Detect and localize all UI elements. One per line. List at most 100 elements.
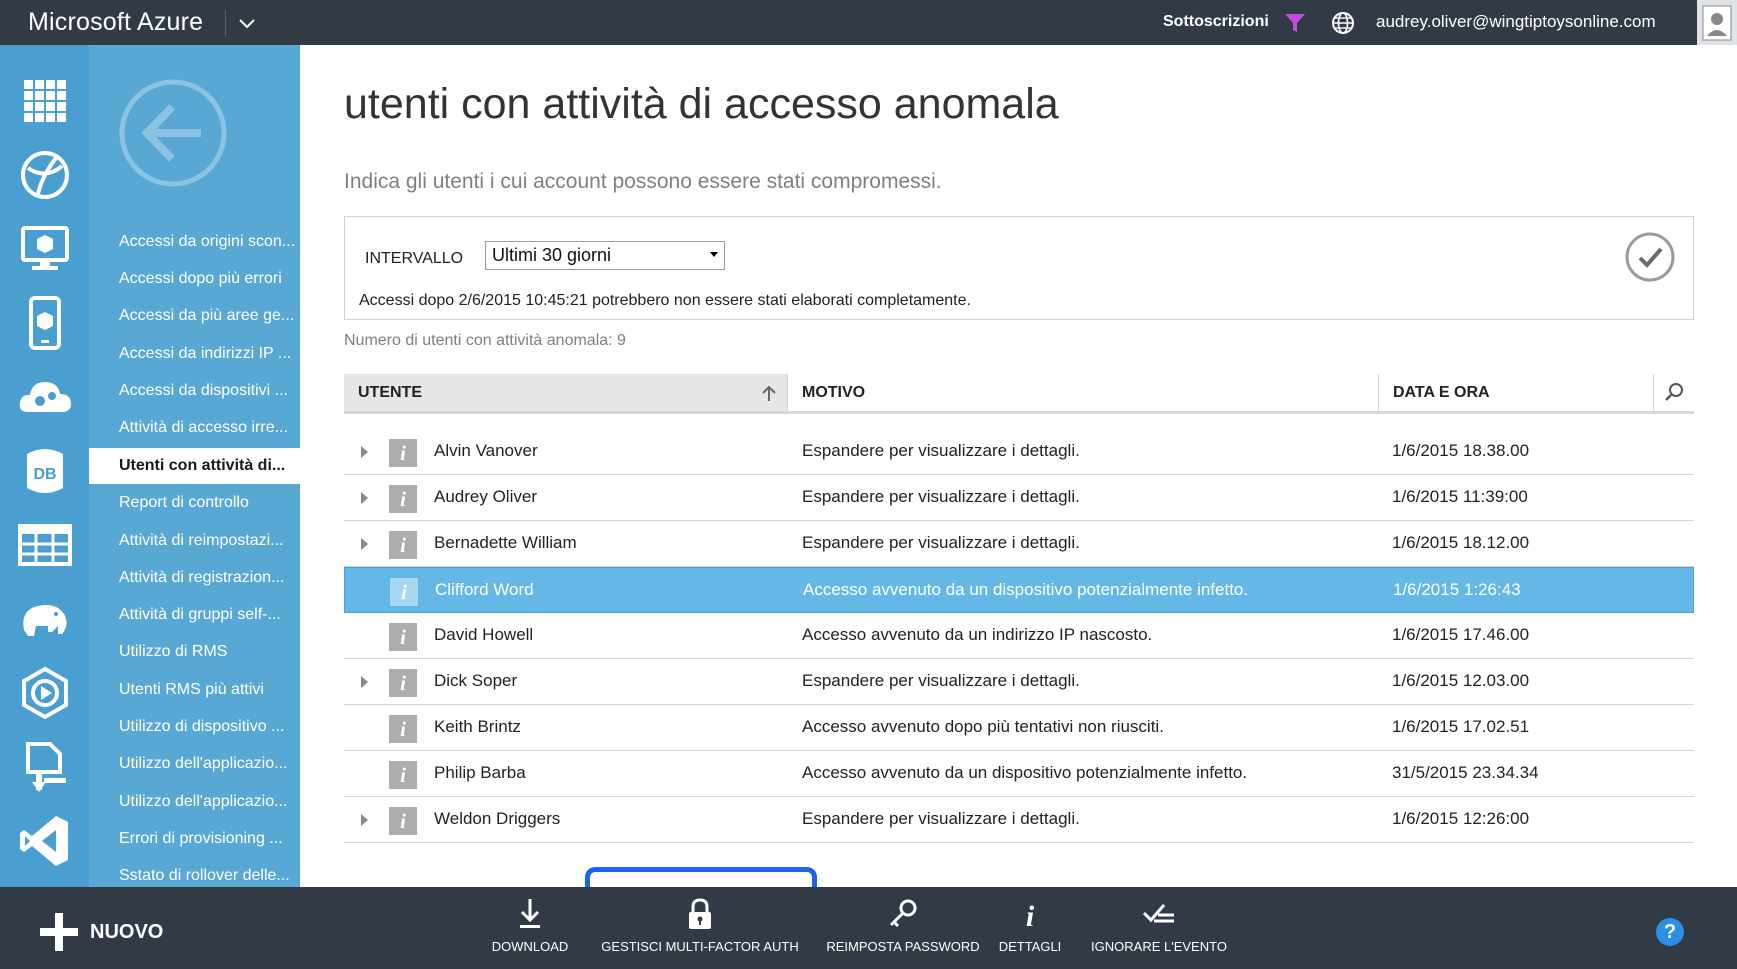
ignore-event-label: IGNORARE L'EVENTO [1091, 939, 1227, 954]
info-icon: i [390, 578, 418, 606]
nav-item-rollover-status[interactable]: Sstato di rollover delle... [119, 858, 300, 887]
user-name-cell: Alvin Vanover [434, 441, 538, 460]
nav-item-rms-usage[interactable]: Utilizzo di RMS [119, 634, 300, 670]
expand-arrow-icon[interactable] [361, 492, 368, 504]
plus-icon [40, 913, 78, 951]
svg-text:i: i [1026, 900, 1035, 931]
virtual-machines-icon[interactable] [16, 220, 74, 278]
subscriptions-link[interactable]: Sottoscrizioni [1163, 13, 1269, 31]
nav-item-ip-addresses[interactable]: Accessi da indirizzi IP ... [119, 336, 300, 372]
column-header-datetime[interactable]: DATA E ORA [1379, 374, 1654, 411]
table-row[interactable]: i David Howell Accesso avvenuto da un indi… [344, 613, 1694, 659]
svg-text:DB: DB [33, 466, 56, 483]
details-button[interactable]: i DETTAGLI [996, 897, 1064, 963]
datetime-cell: 1/6/2015 11:39:00 [1392, 487, 1528, 506]
nav-item-devices[interactable]: Accessi da dispositivi ... [119, 373, 300, 409]
nav-item-irregular-activity[interactable]: Attività di accesso irre... [119, 410, 300, 446]
expand-arrow-icon[interactable] [361, 676, 368, 688]
info-icon: i [389, 485, 417, 513]
service-icon-rail: DB [0, 45, 89, 887]
table-row[interactable]: i Clifford Word Accesso avvenuto da un dis… [344, 567, 1694, 613]
dismiss-check-icon [1142, 904, 1174, 923]
command-bar: NUOVO DOWNLOAD GESTISCI MULTI-FACTOR AUT… [0, 887, 1737, 969]
visual-studio-icon[interactable] [16, 812, 74, 870]
table-row[interactable]: i Keith Brintz Accesso avvenuto dopo più t… [344, 705, 1694, 751]
reason-cell: Accesso avvenuto da un dispositivo poten… [802, 763, 1248, 782]
media-services-icon[interactable] [16, 664, 74, 722]
download-button[interactable]: DOWNLOAD [488, 897, 572, 963]
storage-table-icon[interactable] [16, 516, 74, 574]
nav-item-self-service-groups[interactable]: Attività di gruppi self-... [119, 597, 300, 633]
info-icon: i [389, 807, 417, 835]
table-search-button[interactable] [1654, 374, 1694, 411]
cloud-services-icon[interactable] [16, 368, 74, 426]
reset-password-label: REIMPOSTA PASSWORD [826, 939, 980, 954]
expand-arrow-icon[interactable] [361, 814, 368, 826]
all-items-grid-icon[interactable] [16, 72, 74, 130]
websites-icon[interactable] [16, 146, 74, 204]
table-row[interactable]: i Bernadette William Espandere per visuali… [344, 521, 1694, 567]
filter-panel: INTERVALLO Ultimi 30 giorni Accessi dopo… [344, 216, 1694, 320]
nav-item-unknown-sources[interactable]: Accessi da origini scon... [119, 224, 300, 260]
reset-password-button[interactable]: REIMPOSTA PASSWORD [826, 897, 980, 963]
nav-item-provisioning-errors[interactable]: Errori di provisioning ... [119, 821, 300, 857]
table-row[interactable]: i Dick Soper Espandere per visualizzare i … [344, 659, 1694, 705]
service-bus-icon[interactable] [16, 738, 74, 796]
help-button[interactable]: ? [1656, 918, 1684, 946]
table-row[interactable]: i Weldon Driggers Espandere per visualizza… [344, 797, 1694, 843]
avatar[interactable] [1697, 0, 1737, 45]
nav-item-rms-top-users[interactable]: Utenti RMS più attivi [119, 672, 300, 708]
column-header-reason[interactable]: MOTIVO [788, 374, 1379, 411]
table-row[interactable]: i Alvin Vanover Espandere per visualizzare… [344, 429, 1694, 475]
nav-item-anomalous-users[interactable]: Utenti con attività di... [89, 448, 300, 484]
user-email[interactable]: audrey.oliver@wingtiptoysonline.com [1376, 12, 1656, 32]
nav-item-app-usage-1[interactable]: Utilizzo dell'applicazio... [119, 746, 300, 782]
globe-icon[interactable] [1330, 10, 1356, 36]
user-name-cell: Audrey Oliver [434, 487, 537, 506]
mobile-services-icon[interactable] [16, 294, 74, 352]
info-icon: i [389, 439, 417, 467]
main-content: utenti con attività di accesso anomala I… [300, 45, 1737, 887]
interval-select-value: Ultimi 30 giorni [492, 245, 612, 265]
reason-cell: Accesso avvenuto dopo più tentativi non … [802, 717, 1164, 736]
nav-item-app-usage-2[interactable]: Utilizzo dell'applicazio... [119, 784, 300, 820]
table-row[interactable]: i Philip Barba Accesso avvenuto da un disp… [344, 751, 1694, 797]
new-button[interactable]: NUOVO [40, 913, 180, 953]
column-header-user[interactable]: UTENTE [344, 374, 788, 411]
nav-item-audit-report[interactable]: Report di controllo [119, 485, 300, 521]
column-header-user-label: UTENTE [358, 384, 422, 401]
chevron-down-icon[interactable] [236, 12, 258, 34]
manage-mfa-button[interactable]: GESTISCI MULTI-FACTOR AUTH [600, 897, 800, 963]
table-row[interactable]: i Audrey Oliver Espandere per visualizzare… [344, 475, 1694, 521]
table-header: UTENTE MOTIVO DATA E ORA [344, 374, 1694, 414]
reason-cell: Espandere per visualizzare i dettagli. [802, 487, 1080, 506]
nav-item-multiple-geographies[interactable]: Accessi da più aree ge... [119, 298, 300, 334]
hdinsight-elephant-icon[interactable] [16, 590, 74, 648]
expand-arrow-icon[interactable] [361, 446, 368, 458]
user-avatar-icon [1702, 5, 1732, 41]
interval-select[interactable]: Ultimi 30 giorni [485, 241, 725, 270]
download-icon [520, 899, 540, 928]
info-icon: i [389, 669, 417, 697]
back-arrow-icon[interactable] [117, 77, 229, 189]
key-icon [889, 899, 917, 928]
nav-item-reset-activity[interactable]: Attività di reimpostazi... [119, 523, 300, 559]
manage-mfa-label: GESTISCI MULTI-FACTOR AUTH [601, 939, 799, 954]
ignore-event-button[interactable]: IGNORARE L'EVENTO [1088, 897, 1230, 963]
expand-arrow-icon[interactable] [361, 538, 368, 550]
apply-check-icon[interactable] [1624, 231, 1676, 283]
nav-item-multiple-failures[interactable]: Accessi dopo più errori [119, 261, 300, 297]
nav-item-registration-activity[interactable]: Attività di registrazion... [119, 560, 300, 596]
sort-ascending-icon[interactable] [762, 385, 776, 401]
reason-cell: Espandere per visualizzare i dettagli. [802, 441, 1080, 460]
datetime-cell: 31/5/2015 23.34.34 [1392, 763, 1539, 782]
search-icon [1665, 383, 1683, 401]
brand-title[interactable]: Microsoft Azure [28, 8, 203, 37]
user-name-cell: Dick Soper [434, 671, 518, 690]
reason-cell: Accesso avvenuto da un indirizzo IP nasc… [802, 625, 1153, 644]
nav-item-device-usage[interactable]: Utilizzo di dispositivo ... [119, 709, 300, 745]
info-icon: i [1026, 900, 1035, 931]
datetime-cell: 1/6/2015 1:26:43 [1393, 580, 1521, 599]
filter-icon[interactable] [1283, 11, 1307, 35]
sql-database-icon[interactable]: DB [16, 442, 74, 500]
